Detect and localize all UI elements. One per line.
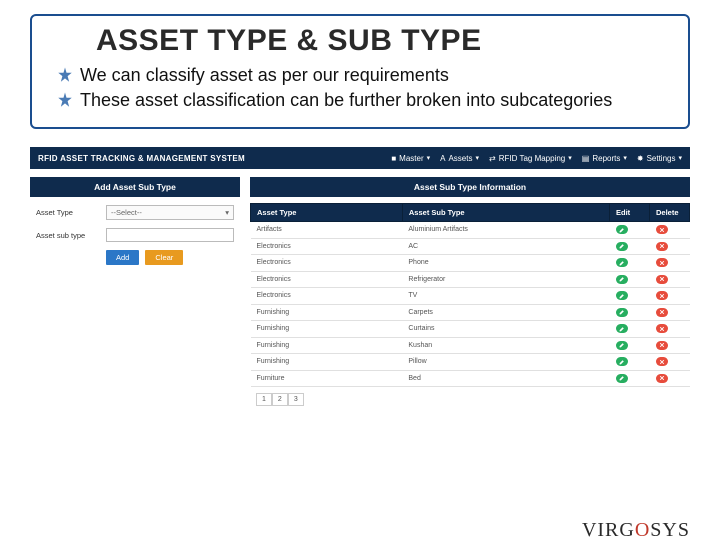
bullet-item: These asset classification can be furthe… bbox=[56, 89, 670, 112]
col-asset-type: Asset Type bbox=[251, 204, 403, 222]
edit-button[interactable] bbox=[616, 341, 628, 350]
cell-subtype: Curtains bbox=[402, 321, 609, 338]
nav-settings[interactable]: ✸ Settings ▾ bbox=[637, 154, 682, 163]
chevron-down-icon: ▾ bbox=[678, 154, 682, 162]
table-row: ElectronicsAC bbox=[251, 238, 690, 255]
subtype-table: Asset Type Asset Sub Type Edit Delete Ar… bbox=[250, 203, 690, 387]
delete-button[interactable] bbox=[656, 291, 668, 300]
table-row: FurnishingPillow bbox=[251, 354, 690, 371]
table-row: ElectronicsPhone bbox=[251, 255, 690, 272]
add-button[interactable]: Add bbox=[106, 250, 139, 265]
cell-type: Furnishing bbox=[251, 321, 403, 338]
chevron-down-icon: ▾ bbox=[427, 154, 431, 162]
page-3[interactable]: 3 bbox=[288, 393, 304, 406]
delete-button[interactable] bbox=[656, 341, 668, 350]
cell-subtype: Kushan bbox=[402, 337, 609, 354]
col-delete: Delete bbox=[650, 204, 690, 222]
cell-type: Furnishing bbox=[251, 337, 403, 354]
cell-type: Furnishing bbox=[251, 304, 403, 321]
label-asset-subtype: Asset sub type bbox=[36, 231, 106, 240]
cell-type: Furnishing bbox=[251, 354, 403, 371]
label-asset-type: Asset Type bbox=[36, 208, 106, 217]
cell-type: Electronics bbox=[251, 238, 403, 255]
cell-subtype: Bed bbox=[402, 370, 609, 387]
edit-button[interactable] bbox=[616, 242, 628, 251]
delete-button[interactable] bbox=[656, 242, 668, 251]
table-row: FurnishingCarpets bbox=[251, 304, 690, 321]
table-row: FurnitureBed bbox=[251, 370, 690, 387]
cell-type: Electronics bbox=[251, 288, 403, 305]
cell-subtype: Carpets bbox=[402, 304, 609, 321]
edit-button[interactable] bbox=[616, 374, 628, 383]
edit-button[interactable] bbox=[616, 308, 628, 317]
table-row: ArtifactsAluminium Artifacts bbox=[251, 222, 690, 239]
table-row: ElectronicsRefrigerator bbox=[251, 271, 690, 288]
bullet-text: We can classify asset as per our require… bbox=[80, 64, 449, 87]
bullet-text: These asset classification can be furthe… bbox=[80, 89, 612, 112]
delete-button[interactable] bbox=[656, 308, 668, 317]
cell-subtype: Pillow bbox=[402, 354, 609, 371]
table-row: FurnishingCurtains bbox=[251, 321, 690, 338]
chevron-down-icon: ▾ bbox=[568, 154, 572, 162]
cell-subtype: Phone bbox=[402, 255, 609, 272]
page-title: ASSET TYPE & SUB TYPE bbox=[96, 24, 670, 58]
edit-button[interactable] bbox=[616, 225, 628, 234]
chevron-down-icon: ▾ bbox=[623, 154, 627, 162]
col-edit: Edit bbox=[610, 204, 650, 222]
edit-button[interactable] bbox=[616, 291, 628, 300]
asset-type-select[interactable]: --Select--▾ bbox=[106, 205, 234, 220]
cell-subtype: AC bbox=[402, 238, 609, 255]
cell-type: Artifacts bbox=[251, 222, 403, 239]
cell-subtype: Aluminium Artifacts bbox=[402, 222, 609, 239]
cell-subtype: Refrigerator bbox=[402, 271, 609, 288]
panel-header: Add Asset Sub Type bbox=[30, 177, 240, 197]
edit-button[interactable] bbox=[616, 357, 628, 366]
chevron-down-icon: ▾ bbox=[225, 208, 229, 217]
info-panel: Asset Sub Type Information Asset Type As… bbox=[250, 177, 690, 406]
nav-assets[interactable]: A Assets ▾ bbox=[440, 154, 479, 163]
cell-type: Electronics bbox=[251, 255, 403, 272]
cell-type: Electronics bbox=[251, 271, 403, 288]
star-icon bbox=[56, 66, 74, 84]
nav-master[interactable]: ■ Master ▾ bbox=[391, 154, 430, 163]
delete-button[interactable] bbox=[656, 225, 668, 234]
delete-button[interactable] bbox=[656, 374, 668, 383]
brand-label: RFID ASSET TRACKING & MANAGEMENT SYSTEM bbox=[38, 154, 245, 163]
table-row: ElectronicsTV bbox=[251, 288, 690, 305]
top-nav: RFID ASSET TRACKING & MANAGEMENT SYSTEM … bbox=[30, 147, 690, 169]
delete-button[interactable] bbox=[656, 324, 668, 333]
col-asset-subtype: Asset Sub Type bbox=[402, 204, 609, 222]
cell-type: Furniture bbox=[251, 370, 403, 387]
page-2[interactable]: 2 bbox=[272, 393, 288, 406]
page-1[interactable]: 1 bbox=[256, 393, 272, 406]
edit-button[interactable] bbox=[616, 275, 628, 284]
panel-header: Asset Sub Type Information bbox=[250, 177, 690, 197]
asset-subtype-input[interactable] bbox=[106, 228, 234, 242]
delete-button[interactable] bbox=[656, 357, 668, 366]
pagination: 1 2 3 bbox=[256, 393, 690, 406]
nav-rfid[interactable]: ⇄ RFID Tag Mapping ▾ bbox=[489, 154, 572, 163]
nav-reports[interactable]: ▤ Reports ▾ bbox=[582, 154, 627, 163]
edit-button[interactable] bbox=[616, 324, 628, 333]
bullet-item: We can classify asset as per our require… bbox=[56, 64, 670, 87]
edit-button[interactable] bbox=[616, 258, 628, 267]
delete-button[interactable] bbox=[656, 275, 668, 284]
cell-subtype: TV bbox=[402, 288, 609, 305]
app-screenshot: RFID ASSET TRACKING & MANAGEMENT SYSTEM … bbox=[30, 147, 690, 406]
logo: VIRGOSYS bbox=[582, 519, 690, 542]
star-icon bbox=[56, 91, 74, 109]
title-box: ASSET TYPE & SUB TYPE We can classify as… bbox=[30, 14, 690, 129]
chevron-down-icon: ▾ bbox=[475, 154, 479, 162]
table-row: FurnishingKushan bbox=[251, 337, 690, 354]
add-panel: Add Asset Sub Type Asset Type --Select--… bbox=[30, 177, 240, 406]
delete-button[interactable] bbox=[656, 258, 668, 267]
clear-button[interactable]: Clear bbox=[145, 250, 183, 265]
bullet-list: We can classify asset as per our require… bbox=[50, 64, 670, 111]
